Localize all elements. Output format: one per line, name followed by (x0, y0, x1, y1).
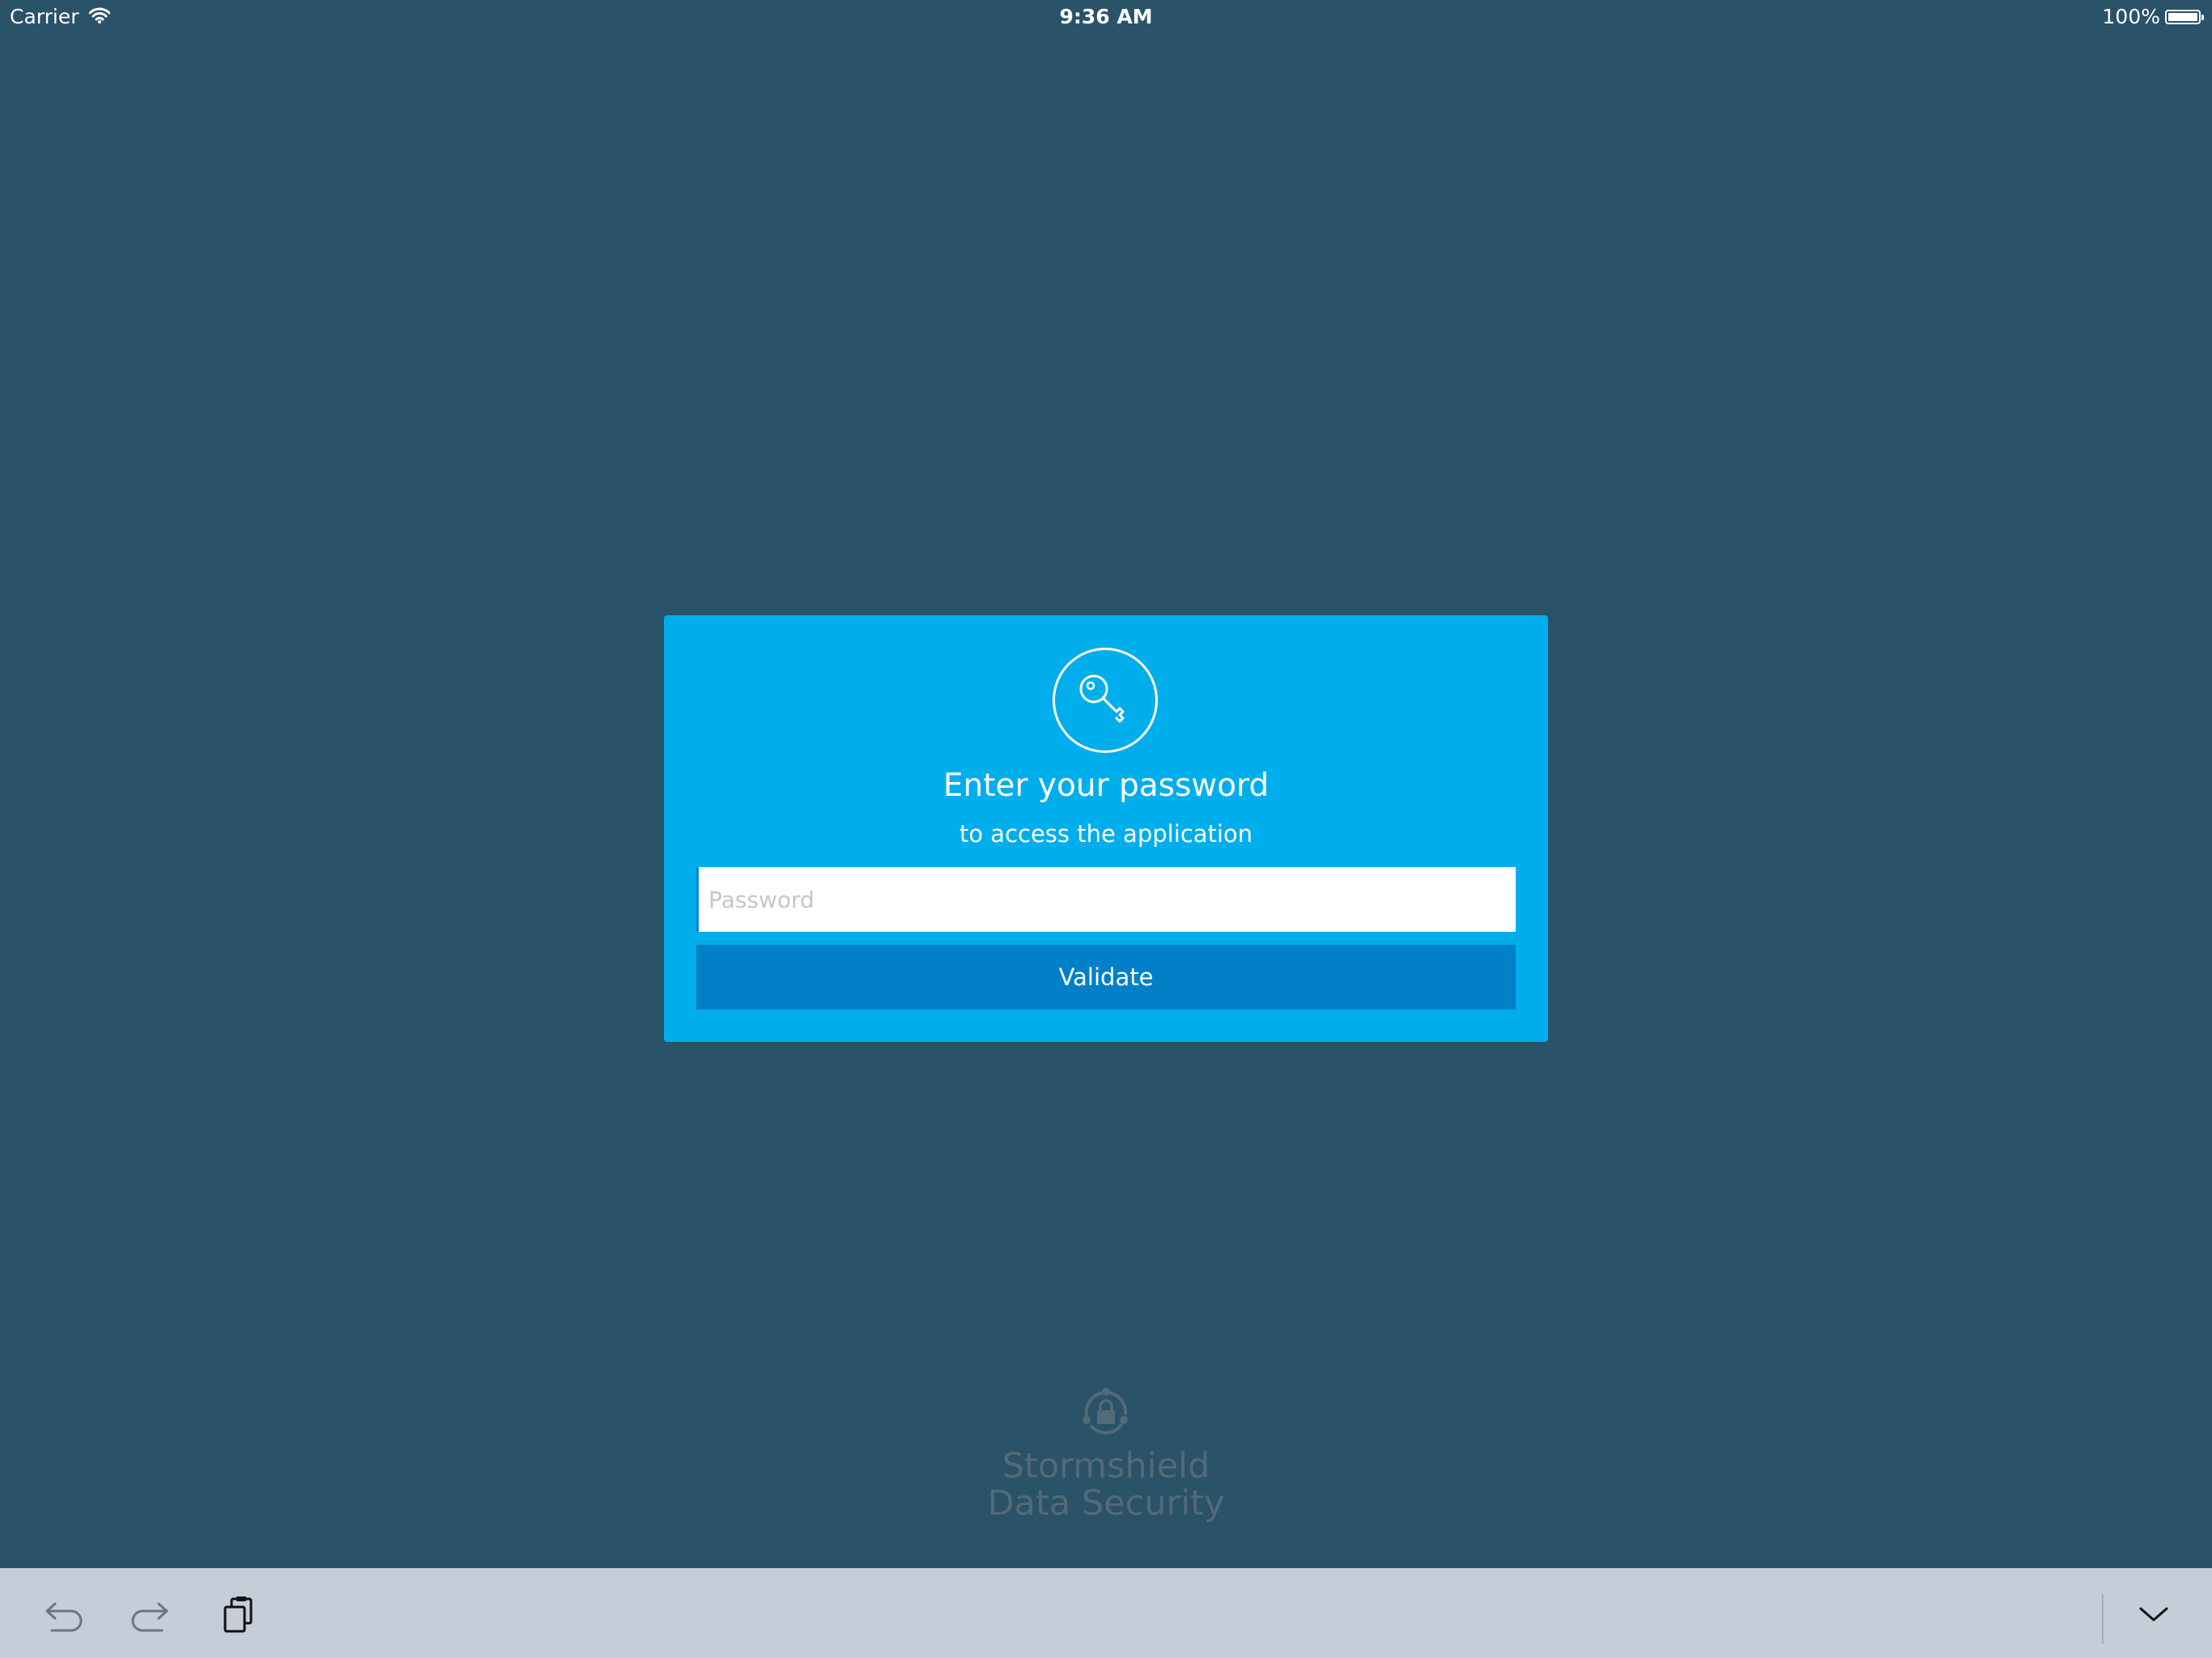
brand-logo-block: Stormshield Data Security (944, 1383, 1268, 1522)
brand-name-line1: Stormshield (1002, 1446, 1210, 1486)
key-icon (1053, 648, 1158, 753)
login-card: Enter your password to access the applic… (664, 615, 1548, 1042)
brand-name-line2: Data Security (987, 1483, 1225, 1524)
login-subtitle: to access the application (959, 820, 1253, 848)
paste-icon[interactable] (220, 1596, 256, 1635)
status-time: 9:36 AM (1059, 5, 1153, 28)
status-bar: Carrier 9:36 AM 100% (0, 0, 2212, 32)
toolbar-divider (2102, 1594, 2104, 1644)
lock-cycle-icon (1083, 1388, 1128, 1435)
password-input[interactable] (696, 867, 1516, 932)
keyboard-shortcut-bar (0, 1568, 2212, 1658)
validate-button[interactable]: Validate (696, 945, 1516, 1010)
dismiss-keyboard-icon[interactable] (2138, 1604, 2170, 1625)
redo-icon[interactable] (130, 1599, 170, 1633)
battery-group: 100% (2102, 5, 2204, 28)
login-title: Enter your password (942, 767, 1270, 804)
battery-icon (2165, 9, 2204, 24)
battery-percent: 100% (2102, 5, 2160, 28)
undo-icon[interactable] (44, 1599, 84, 1633)
